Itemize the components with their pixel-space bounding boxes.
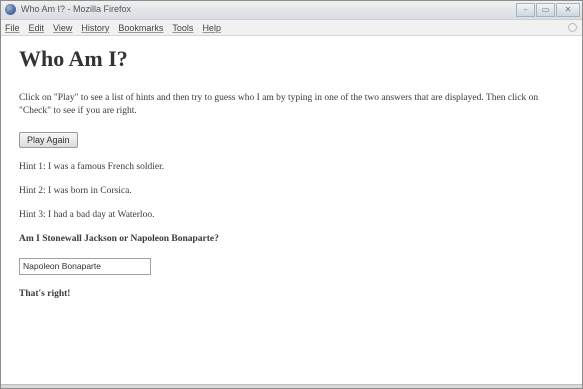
menu-help[interactable]: Help [202, 23, 221, 33]
hint-3: Hint 3: I had a bad day at Waterloo. [19, 210, 155, 220]
menu-bookmarks[interactable]: Bookmarks [118, 23, 163, 33]
menu-view[interactable]: View [53, 23, 72, 33]
menu-edit[interactable]: Edit [29, 23, 45, 33]
page-content: Who Am I? Click on "Play" to see a list … [1, 36, 582, 299]
maximize-button[interactable]: ▭ [536, 3, 555, 17]
status-bar [1, 384, 582, 388]
answer-input[interactable] [19, 257, 151, 275]
menu-file[interactable]: File [5, 23, 20, 33]
menu-bar: File Edit View History Bookmarks Tools H… [1, 20, 582, 36]
close-button[interactable]: ✕ [556, 3, 580, 17]
hint-1: Hint 1: I was a famous French soldier. [19, 162, 165, 172]
result-text: That's right! [19, 288, 71, 299]
menu-history[interactable]: History [81, 23, 109, 33]
firefox-icon [5, 4, 16, 15]
browser-window: Who Am I? - Mozilla Firefox – ▭ ✕ File E… [0, 0, 583, 389]
title-bar: Who Am I? - Mozilla Firefox – ▭ ✕ [1, 1, 582, 20]
menu-tools[interactable]: Tools [172, 23, 193, 33]
minimize-button[interactable]: – [516, 3, 535, 17]
play-again-button[interactable]: Play Again [19, 132, 78, 148]
instructions-text: Click on "Play" to see a list of hints a… [19, 93, 539, 116]
hint-2: Hint 2: I was born in Corsica. [19, 186, 132, 196]
window-controls: – ▭ ✕ [516, 3, 580, 17]
window-title: Who Am I? - Mozilla Firefox [21, 4, 132, 14]
throbber-icon [568, 23, 577, 32]
question-text: Am I Stonewall Jackson or Napoleon Bonap… [19, 234, 219, 244]
page-title: Who Am I? [19, 46, 128, 71]
